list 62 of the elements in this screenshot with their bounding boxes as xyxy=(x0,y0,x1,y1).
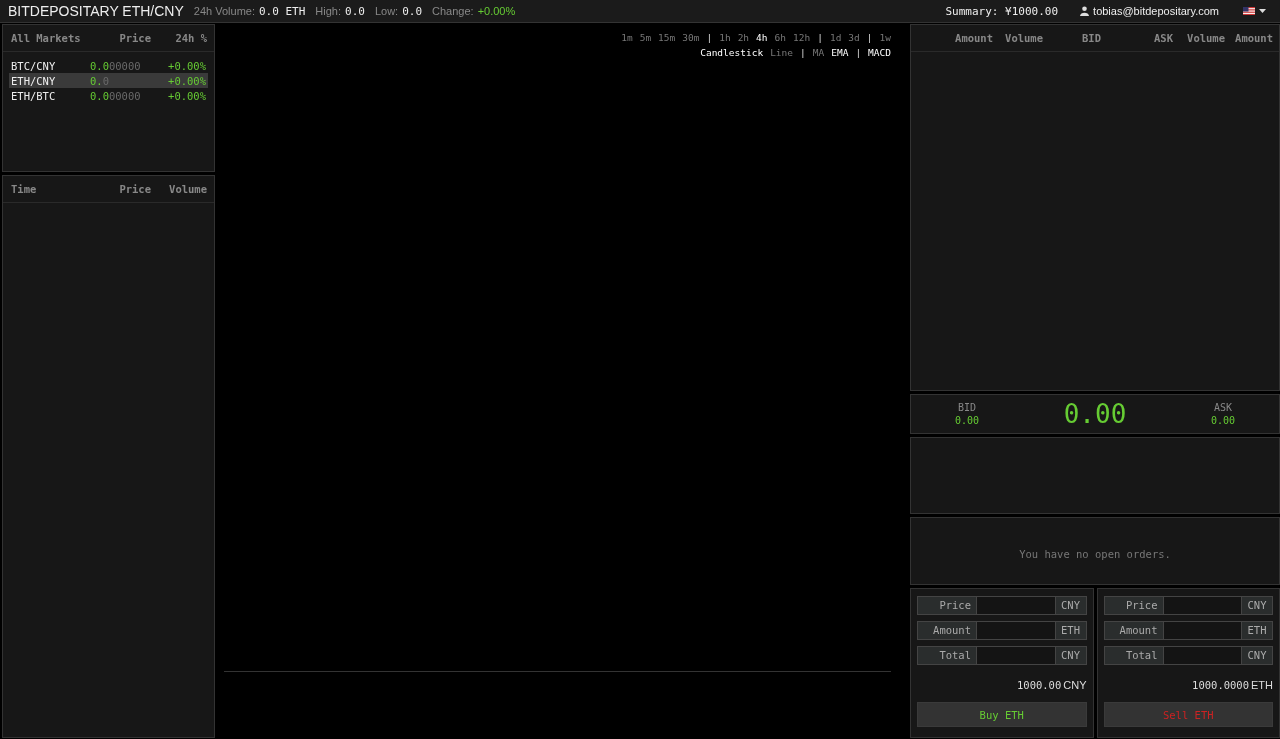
bid-label: BID xyxy=(958,402,977,413)
column-header: ASK xyxy=(1153,32,1173,44)
column-header: Time xyxy=(11,183,38,195)
ask-label: ASK xyxy=(1213,402,1232,413)
chart-option[interactable]: Candlestick xyxy=(700,47,764,62)
flag-icon xyxy=(1243,7,1255,15)
market-row[interactable]: BTC/CNY 0.000000 +0.00% xyxy=(9,58,208,73)
column-header: Volume xyxy=(1004,32,1043,44)
column-header: Price xyxy=(118,183,151,195)
balance-value: 1000.00 xyxy=(1017,679,1062,691)
stat-label: High: xyxy=(315,5,342,17)
stat-value: 0.0 xyxy=(345,4,365,18)
user-email-link[interactable]: tobias@bitdepositary.com xyxy=(1093,5,1219,17)
stat-label: Low: xyxy=(374,5,399,17)
column-header: 24h % xyxy=(174,32,207,44)
buy-button[interactable]: Buy ETH xyxy=(917,702,1087,727)
balance-unit: ETH xyxy=(1251,679,1273,691)
caret-icon xyxy=(1259,9,1266,13)
chart-option[interactable]: Line xyxy=(770,47,793,62)
column-header: Amount xyxy=(954,32,993,44)
column-header: Price xyxy=(118,32,151,44)
chart-option[interactable]: 1w xyxy=(879,32,891,47)
stat-value: 0.0 ETH xyxy=(259,4,306,18)
chart-option[interactable]: 3d xyxy=(848,32,860,47)
column-header: All Markets xyxy=(11,32,82,44)
chart-option[interactable]: 1m xyxy=(621,32,633,47)
separator-text: | xyxy=(706,32,713,45)
stat-label: Change: xyxy=(432,5,474,17)
stat-label: 24h Volume: xyxy=(193,5,255,17)
balance-summary: Summary: ¥1000.00 xyxy=(945,4,1059,18)
chart-option[interactable]: MACD xyxy=(868,47,891,62)
stat-value: 0.0 xyxy=(402,4,423,18)
bid-price: 0.00 xyxy=(955,415,980,426)
balance-value: 1000.0000 xyxy=(1192,679,1249,691)
chart-option[interactable]: 6h xyxy=(774,32,786,47)
column-header: BID xyxy=(1081,32,1101,44)
site-title: BITDEPOSITARY ETH/CNY xyxy=(8,3,184,19)
balance-unit: CNY xyxy=(1063,679,1087,691)
empty-message: You have no open orders. xyxy=(1019,548,1171,560)
column-header: Volume xyxy=(1186,32,1225,44)
separator-text: | xyxy=(855,47,862,60)
chart-option[interactable]: EMA xyxy=(831,47,849,62)
market-row[interactable]: ETH/BTC 0.000000 +0.00% xyxy=(9,88,208,103)
chart-option[interactable]: 1h xyxy=(719,32,731,47)
column-header: Amount xyxy=(1234,32,1273,44)
user-icon xyxy=(1080,6,1090,16)
stat-value: +0.00% xyxy=(477,5,516,17)
last-price: 0.00 xyxy=(1063,399,1127,429)
chart-option[interactable]: 2h xyxy=(737,32,750,47)
chart-option[interactable]: 15m xyxy=(658,32,676,47)
chart-option[interactable]: 12h xyxy=(793,32,811,47)
chart-option[interactable]: 4h xyxy=(756,32,768,47)
separator-text: | xyxy=(800,47,806,60)
chart-option[interactable]: 30m xyxy=(682,32,700,47)
chart-option[interactable]: 1d xyxy=(829,32,842,47)
chart-option[interactable]: MA xyxy=(812,47,825,62)
separator-text: | xyxy=(817,32,823,45)
ask-price: 0.00 xyxy=(1210,415,1235,426)
language-menu[interactable] xyxy=(1243,7,1266,15)
column-header: Volume xyxy=(168,183,207,195)
separator-text: | xyxy=(866,32,873,45)
chart-option[interactable]: 5m xyxy=(639,32,652,47)
